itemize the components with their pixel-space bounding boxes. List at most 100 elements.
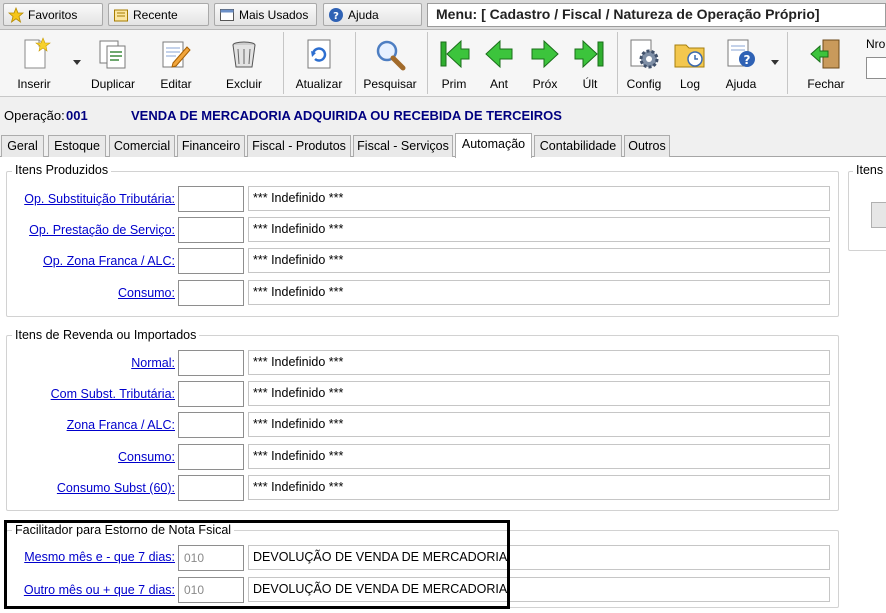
ult-label: Últ [582,77,598,91]
ult-button[interactable]: Últ [569,30,611,97]
ajuda-dropdown-arrow[interactable] [771,60,779,65]
edit-icon [162,41,191,68]
help-icon: ? [329,7,343,22]
new-document-icon [24,37,51,69]
tab-financeiro[interactable]: Financeiro [177,135,245,157]
link-consumo-revenda[interactable]: Consumo: [8,450,175,464]
config-button[interactable]: Config [621,30,667,97]
duplicar-button[interactable]: Duplicar [84,30,142,97]
log-button[interactable]: Log [669,30,711,97]
prox-label: Próx [532,77,558,91]
ajuda-toolbar-button[interactable]: ? Ajuda [717,30,765,97]
tab-fiscal-servicos[interactable]: Fiscal - Serviços [353,135,453,157]
refresh-icon [307,39,331,69]
recente-button[interactable]: Recente [108,3,209,26]
tab-geral[interactable]: Geral [1,135,44,157]
main-toolbar: Inserir Duplicar Editar Excluir Atualiza… [0,30,886,97]
itens-produzidos-title: Itens Produzidos [12,163,112,177]
next-record-icon [531,39,559,69]
tab-estoque[interactable]: Estoque [48,135,106,157]
window-icon [220,8,234,21]
ant-button[interactable]: Ant [478,30,520,97]
desc-consumo-revenda: *** Indefinido *** [248,444,830,469]
svg-text:?: ? [333,11,339,22]
mais-usados-button[interactable]: Mais Usados [214,3,317,26]
code-zona-franca-revenda[interactable] [178,412,244,438]
ajuda-toolbar-label: Ajuda [725,77,757,91]
desc-consumo-produzidos: *** Indefinido *** [248,280,830,305]
code-op-prestacao-servico[interactable] [178,217,244,243]
desc-consumo-subst-60: *** Indefinido *** [248,475,830,500]
svg-text:?: ? [744,53,751,67]
link-op-substituicao-tributaria[interactable]: Op. Substituição Tributária: [8,192,175,206]
tab-outros[interactable]: Outros [624,135,670,157]
exit-door-icon [810,39,840,69]
trash-icon [232,41,256,68]
pesquisar-label: Pesquisar [363,77,417,91]
duplicate-icon [99,40,126,69]
toolbar-separator [427,32,428,94]
tab-comercial[interactable]: Comercial [109,135,175,157]
config-label: Config [626,77,662,91]
operation-description: VENDA DE MERCADORIA ADQUIRIDA OU RECEBID… [131,108,562,123]
toolbar-separator [617,32,618,94]
toolbar-separator [787,32,788,94]
previous-record-icon [485,39,513,69]
editar-button[interactable]: Editar [147,30,205,97]
prox-button[interactable]: Próx [523,30,567,97]
pesquisar-button[interactable]: Pesquisar [359,30,421,97]
desc-zona-franca-revenda: *** Indefinido *** [248,412,830,437]
favoritos-label: Favoritos [28,7,78,22]
tab-contabilidade[interactable]: Contabilidade [534,135,622,157]
tab-automacao[interactable]: Automação [455,133,532,158]
ajuda-quick-button[interactable]: ? Ajuda [323,3,422,26]
favoritos-button[interactable]: Favoritos [3,3,103,26]
ajuda-quick-label: Ajuda [348,7,379,22]
tab-bar: Geral Estoque Comercial Financeiro Fisca… [0,133,886,158]
right-group-button[interactable] [871,202,886,228]
atualizar-button[interactable]: Atualizar [290,30,348,97]
code-consumo-revenda[interactable] [178,444,244,470]
tab-fiscal-produtos[interactable]: Fiscal - Produtos [247,135,351,157]
help-document-icon: ? [727,39,755,67]
code-normal[interactable] [178,350,244,376]
link-zona-franca-revenda[interactable]: Zona Franca / ALC: [8,418,175,432]
code-com-subst-tributaria[interactable] [178,381,244,407]
fechar-label: Fechar [807,77,845,91]
config-icon [630,39,659,69]
excluir-label: Excluir [225,77,262,91]
link-consumo-produzidos[interactable]: Consumo: [8,286,175,300]
inserir-button[interactable]: Inserir [4,30,64,97]
mais-usados-label: Mais Usados [239,7,309,22]
prim-label: Prim [441,77,467,91]
log-folder-icon [674,44,705,68]
desc-op-substituicao-tributaria: *** Indefinido *** [248,186,830,211]
desc-op-zona-franca: *** Indefinido *** [248,248,830,273]
code-op-zona-franca[interactable] [178,248,244,274]
log-label: Log [679,77,701,91]
code-consumo-subst-60[interactable] [178,475,244,501]
link-op-prestacao-servico[interactable]: Op. Prestação de Serviço: [8,223,175,237]
toolbar-separator [283,32,284,94]
inserir-dropdown-arrow[interactable] [73,60,81,65]
itens-revenda-title: Itens de Revenda ou Importados [12,328,200,342]
code-op-substituicao-tributaria[interactable] [178,186,244,212]
star-icon [8,6,24,23]
desc-normal: *** Indefinido *** [248,350,830,375]
excluir-button[interactable]: Excluir [213,30,275,97]
nro-input[interactable] [866,57,886,79]
link-op-zona-franca[interactable]: Op. Zona Franca / ALC: [8,254,175,268]
quick-access-bar: Favoritos Recente Mais Usados ? Ajuda Me… [0,0,886,30]
right-itens-title: Itens [853,163,886,177]
search-icon [376,40,406,71]
link-consumo-subst-60[interactable]: Consumo Subst (60): [8,481,175,495]
operation-code: 001 [66,108,88,123]
link-com-subst-tributaria[interactable]: Com Subst. Tributária: [8,387,175,401]
editar-label: Editar [160,77,192,91]
link-normal[interactable]: Normal: [8,356,175,370]
toolbar-separator [355,32,356,94]
fechar-button[interactable]: Fechar [796,30,856,97]
code-consumo-produzidos[interactable] [178,280,244,306]
prim-button[interactable]: Prim [432,30,476,97]
operation-bar: Operação: 001 VENDA DE MERCADORIA ADQUIR… [0,101,886,129]
